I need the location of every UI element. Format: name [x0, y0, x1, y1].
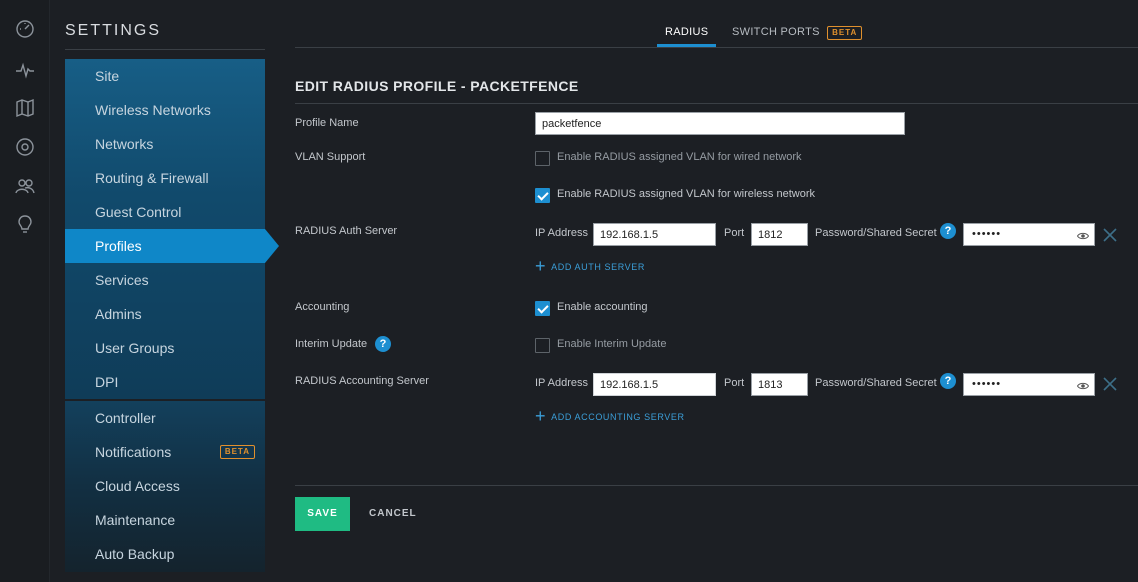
acct-secret-label: Password/Shared Secret	[815, 377, 937, 389]
beta-badge: BETA	[219, 445, 255, 459]
page-title: EDIT RADIUS PROFILE - PACKETFENCE	[295, 78, 579, 94]
sidebar-item-admins[interactable]: Admins	[65, 297, 265, 331]
dashboard-icon[interactable]	[15, 19, 35, 39]
accounting-checkbox[interactable]	[535, 301, 550, 316]
interim-update-check-label: Enable Interim Update	[557, 338, 667, 350]
tab-divider	[295, 47, 1138, 48]
eye-icon[interactable]	[1076, 379, 1090, 391]
sidebar-item-guest-control[interactable]: Guest Control	[65, 195, 265, 229]
vlan-wired-label: Enable RADIUS assigned VLAN for wired ne…	[557, 151, 802, 163]
auth-port-label: Port	[724, 227, 745, 239]
tab-switch-ports[interactable]: SWITCH PORTS BETA	[732, 26, 863, 40]
profile-name-label: Profile Name	[295, 117, 359, 129]
clients-icon[interactable]	[15, 176, 35, 196]
remove-auth-server-icon[interactable]	[1103, 228, 1117, 242]
devices-icon[interactable]	[15, 137, 35, 157]
acct-ip-input[interactable]	[593, 373, 716, 396]
interim-update-label: Interim Update	[295, 338, 368, 350]
cancel-button[interactable]: CANCEL	[369, 508, 417, 519]
help-icon[interactable]: ?	[375, 336, 391, 352]
vlan-wired-checkbox[interactable]	[535, 151, 550, 166]
auth-ip-label: IP Address	[535, 227, 588, 239]
sidebar-item-services[interactable]: Services	[65, 263, 265, 297]
auth-ip-input[interactable]	[593, 223, 716, 246]
acct-port-input[interactable]	[751, 373, 808, 396]
help-icon[interactable]: ?	[940, 373, 956, 389]
save-button[interactable]: SAVE	[295, 497, 350, 531]
add-accounting-server-label: ADD ACCOUNTING SERVER	[551, 411, 685, 422]
sidebar-item-controller[interactable]: Controller	[65, 401, 265, 435]
add-auth-server-link[interactable]: + ADD AUTH SERVER	[535, 256, 645, 278]
add-accounting-server-link[interactable]: + ADD ACCOUNTING SERVER	[535, 406, 685, 428]
sidebar-item-maintenance[interactable]: Maintenance	[65, 503, 265, 537]
accounting-check-label: Enable accounting	[557, 301, 648, 313]
accounting-label: Accounting	[295, 301, 350, 313]
vlan-support-label: VLAN Support	[295, 151, 366, 163]
title-divider	[295, 103, 1138, 104]
auth-server-label: RADIUS Auth Server	[295, 225, 398, 237]
tab-label: SWITCH PORTS	[732, 26, 820, 38]
settings-nav-secondary: Controller Notifications BETA Cloud Acce…	[65, 401, 265, 572]
acct-server-label: RADIUS Accounting Server	[295, 375, 429, 387]
remove-acct-server-icon[interactable]	[1103, 377, 1117, 391]
sidebar-item-routing-firewall[interactable]: Routing & Firewall	[65, 161, 265, 195]
actions-divider	[295, 485, 1138, 486]
insights-icon[interactable]	[15, 214, 35, 234]
settings-divider	[65, 49, 265, 50]
beta-badge: BETA	[827, 26, 863, 40]
eye-icon[interactable]	[1076, 229, 1090, 241]
plus-icon: +	[535, 256, 547, 276]
acct-secret-input[interactable]: ••••••	[963, 373, 1095, 396]
auth-port-input[interactable]	[751, 223, 808, 246]
sidebar-item-site[interactable]: Site	[65, 59, 265, 93]
icon-rail	[0, 0, 50, 582]
map-icon[interactable]	[15, 98, 35, 118]
sidebar-item-wireless-networks[interactable]: Wireless Networks	[65, 93, 265, 127]
statistics-icon[interactable]	[15, 60, 35, 80]
auth-secret-label: Password/Shared Secret	[815, 227, 937, 239]
acct-ip-label: IP Address	[535, 377, 588, 389]
sidebar-item-dpi[interactable]: DPI	[65, 365, 265, 399]
vlan-wireless-label: Enable RADIUS assigned VLAN for wireless…	[557, 188, 816, 200]
add-auth-server-label: ADD AUTH SERVER	[551, 261, 645, 272]
sidebar-item-networks[interactable]: Networks	[65, 127, 265, 161]
sidebar-item-profiles[interactable]: Profiles	[65, 229, 279, 263]
auth-secret-value: ••••••	[972, 228, 1002, 240]
settings-title: SETTINGS	[65, 22, 162, 39]
sidebar-item-label: Notifications	[95, 444, 172, 460]
sidebar-item-cloud-access[interactable]: Cloud Access	[65, 469, 265, 503]
profile-name-input[interactable]	[535, 112, 905, 135]
settings-nav-primary: Site Wireless Networks Networks Routing …	[65, 59, 279, 399]
plus-icon: +	[535, 406, 547, 426]
interim-update-checkbox[interactable]	[535, 338, 550, 353]
help-icon[interactable]: ?	[940, 223, 956, 239]
vlan-wireless-checkbox[interactable]	[535, 188, 550, 203]
sidebar-item-user-groups[interactable]: User Groups	[65, 331, 265, 365]
tab-radius[interactable]: RADIUS	[665, 26, 708, 38]
sidebar-item-notifications[interactable]: Notifications BETA	[65, 435, 265, 469]
auth-secret-input[interactable]: ••••••	[963, 223, 1095, 246]
sidebar-item-auto-backup[interactable]: Auto Backup	[65, 537, 265, 571]
acct-port-label: Port	[724, 377, 745, 389]
acct-secret-value: ••••••	[972, 378, 1002, 390]
